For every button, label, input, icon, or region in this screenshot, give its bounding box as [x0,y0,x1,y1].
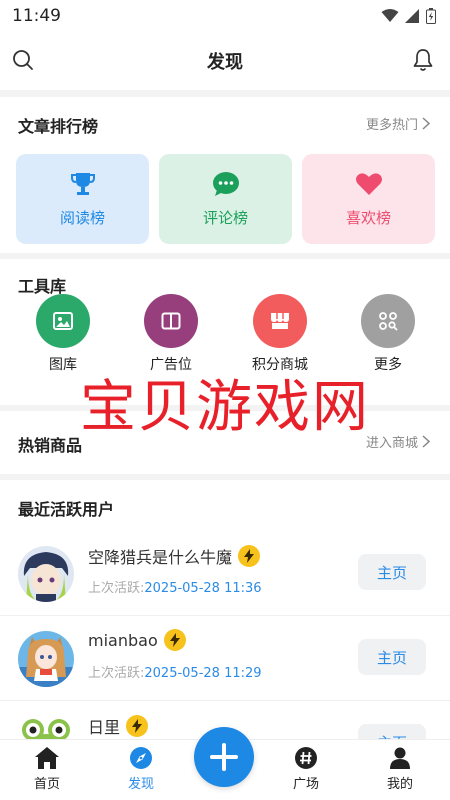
rank-tile-read[interactable]: 阅读榜 [16,154,149,244]
rank-tile-like[interactable]: 喜欢榜 [302,154,435,244]
tab-mine[interactable]: 我的 [355,746,445,792]
ranking-title: 文章排行榜 [18,117,99,136]
home-icon [35,747,59,769]
status-bar: 11:49 [0,0,450,32]
tab-discover[interactable]: 发现 [96,746,186,792]
user-row[interactable]: 空降猎兵是什么牛魔 上次活跃:2025-05-28 11:36 主页 [0,532,450,616]
tab-label: 广场 [292,777,319,792]
avatar[interactable] [18,716,74,739]
store-icon [253,294,307,348]
lightning-badge-icon [238,545,261,567]
active-users-section: 最近活跃用户 空降猎兵是什么牛魔 上次活跃:2025-05-28 11:36 主… [0,480,450,739]
tool-label: 更多 [374,357,402,373]
last-active: 上次活跃:2025-05-28 11:29 [88,662,262,681]
hot-products-title: 热销商品 [18,436,83,455]
active-users-title: 最近活跃用户 [18,500,115,519]
search-icon[interactable] [12,49,34,75]
status-time: 11:49 [12,6,61,26]
lightning-badge-icon [163,629,186,651]
lightning-badge-icon [126,715,149,737]
rank-tile-label: 喜欢榜 [345,208,391,227]
watermark-text: 宝贝游戏网 [80,375,370,440]
image-icon [36,294,90,348]
more-hot-link[interactable]: 更多热门 [366,114,430,133]
create-fab-button[interactable] [194,727,254,787]
rank-tile-label: 评论榜 [202,208,248,227]
wifi-icon [381,9,399,22]
rank-tile-comment[interactable]: 评论榜 [159,154,292,244]
tab-home[interactable]: 首页 [2,746,92,792]
bell-icon[interactable] [412,48,434,76]
last-active-label: 上次活跃: [88,666,145,681]
chevron-right-icon [422,435,430,448]
user-name-wrap: 日里 [88,714,149,738]
last-active: 上次活跃:2025-05-28 11:36 [88,577,262,596]
tab-label: 发现 [127,777,154,792]
person-icon [390,747,410,769]
enter-store-link[interactable]: 进入商城 [366,432,430,451]
book-icon [144,294,198,348]
article-ranking-section: 文章排行榜 更多热门 阅读榜 评论榜 喜欢榜 [0,97,450,253]
user-row[interactable]: mianbao 上次活跃:2025-05-28 11:29 主页 [0,617,450,701]
trophy-icon [70,172,95,195]
tab-label: 我的 [386,777,413,792]
system-icons [381,8,436,24]
heart-icon [355,172,382,195]
compass-icon [130,747,152,769]
hash-icon [295,747,317,769]
plus-icon [210,743,238,771]
user-name: 空降猎兵是什么牛魔 [88,548,233,567]
top-header: 发现 [0,32,450,90]
last-active-time: 2025-05-28 11:36 [144,581,262,596]
home-button[interactable]: 主页 [358,724,426,739]
home-button[interactable]: 主页 [358,639,426,675]
chevron-right-icon [422,117,430,130]
user-name-wrap: mianbao [88,629,186,651]
battery-icon [426,8,436,24]
user-name-wrap: 空降猎兵是什么牛魔 [88,544,261,568]
user-name: 日里 [88,718,121,737]
rank-tile-label: 阅读榜 [59,208,105,227]
more-hot-label: 更多热门 [365,118,418,133]
grid-search-icon [361,294,415,348]
cellular-icon [405,9,419,23]
avatar[interactable] [18,631,74,687]
user-name: mianbao [88,630,158,650]
last-active-time: 2025-05-28 11:29 [144,666,262,681]
last-active-label: 上次活跃: [88,581,145,596]
page-title: 发现 [207,52,243,73]
tab-label: 首页 [33,777,60,792]
home-button[interactable]: 主页 [358,554,426,590]
enter-store-label: 进入商城 [365,436,418,451]
avatar[interactable] [18,546,74,602]
tab-square[interactable]: 广场 [261,746,351,792]
comment-icon [212,171,239,196]
tool-label: 图库 [49,357,77,373]
